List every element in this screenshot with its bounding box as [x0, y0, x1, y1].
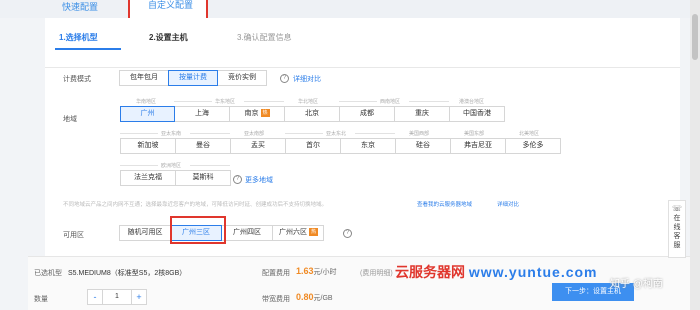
billing-option-pay-as-you-go[interactable]: 按量计费 — [168, 70, 218, 86]
bandwidth-fee-label: 带宽费用 — [262, 296, 290, 303]
region-city-tokyo[interactable]: 东京 — [340, 138, 396, 154]
region-city-beijing[interactable]: 北京 — [284, 106, 340, 122]
bandwidth-fee-unit: 元/GB — [313, 295, 333, 302]
active-step-underline — [55, 48, 121, 50]
top-tabs: 快速配置 自定义配置 — [0, 0, 690, 26]
scrollbar[interactable] — [690, 0, 700, 310]
config-fee-label: 配置费用 — [262, 270, 290, 277]
region-note: 不同地域云产品之间内网不互通；选择最靠近您客户的地域，可降低访问时延、创建成功后… — [63, 202, 328, 208]
region-city-nanjing[interactable]: 南京热 — [229, 106, 285, 122]
headset-icon: ☏ — [671, 204, 682, 213]
region-group-label: 美国东部 — [464, 131, 485, 137]
zone-option-guangzhou-4[interactable]: 广州四区 — [221, 225, 273, 241]
billing-mode-group: 包年包月 按量计费 竞价实例 — [119, 70, 267, 86]
bandwidth-fee: 0.80元/GB — [296, 292, 333, 303]
region-group-label: 亚太东南 — [161, 131, 182, 137]
config-fee: 1.63元/小时 — [296, 266, 336, 277]
watermark-url: www.yuntue.com — [468, 264, 598, 280]
config-fee-value: 1.63 — [296, 266, 314, 276]
billing-option-monthly[interactable]: 包年包月 — [119, 70, 169, 86]
region-city-virginia[interactable]: 弗吉尼亚 — [450, 138, 506, 154]
step-3-confirm[interactable]: 3.确认配置信息 — [237, 32, 292, 43]
quantity-plus-button[interactable]: + — [131, 289, 147, 305]
quantity-input[interactable]: 1 — [102, 289, 132, 305]
bandwidth-fee-value: 0.80 — [296, 292, 314, 302]
help-icon[interactable]: ? — [280, 74, 289, 83]
instance-label: 已选机型 — [34, 270, 62, 277]
region-city-moscow[interactable]: 莫斯科 — [175, 170, 231, 186]
region-city-guangzhou[interactable]: 广州 — [120, 106, 175, 122]
region-label: 地域 — [63, 116, 77, 123]
region-group-label: 西南地区 — [380, 99, 401, 105]
billing-mode-label: 计费模式 — [63, 76, 91, 83]
region-group-label: 北美地区 — [519, 131, 540, 137]
scrollbar-thumb[interactable] — [692, 14, 698, 60]
help-icon[interactable]: ? — [233, 175, 242, 184]
quantity-label: 数量 — [34, 296, 48, 303]
step-1-select-model[interactable]: 1.选择机型 — [59, 32, 98, 43]
hot-badge: 热 — [260, 109, 270, 118]
region-city-mumbai[interactable]: 孟买 — [230, 138, 286, 154]
region-city-toronto[interactable]: 多伦多 — [505, 138, 561, 154]
help-icon[interactable]: ? — [343, 229, 352, 238]
quantity-minus-button[interactable]: - — [87, 289, 103, 305]
region-group-label: 港澳台地区 — [459, 99, 485, 105]
region-city-frankfurt[interactable]: 法兰克福 — [120, 170, 176, 186]
region-group-label: 美国西部 — [409, 131, 430, 137]
region-city-chongqing[interactable]: 重庆 — [394, 106, 450, 122]
region-group-label: 华东地区 — [215, 99, 236, 105]
region-city-label: 南京 — [244, 110, 259, 117]
billing-option-spot[interactable]: 竞价实例 — [217, 70, 267, 86]
zone-group: 随机可用区 广州三区 广州四区 广州六区热 — [119, 225, 324, 241]
zone-option-guangzhou-6[interactable]: 广州六区热 — [272, 225, 324, 241]
region-group-label: 亚太南部 — [244, 131, 265, 137]
watermark: 云服务器网 www.yuntue.com — [395, 262, 598, 282]
region-compare-link[interactable]: 详细对比 — [497, 200, 519, 208]
billing-compare-link[interactable]: 详细对比 — [293, 74, 321, 84]
fee-detail-link[interactable]: (费用明细) — [360, 268, 393, 278]
region-city-seoul[interactable]: 首尔 — [285, 138, 341, 154]
region-group-label: 华南地区 — [136, 99, 157, 105]
region-group-label: 亚太东北 — [326, 131, 347, 137]
zone-label: 可用区 — [63, 232, 84, 239]
watermark-cn: 云服务器网 — [395, 264, 465, 280]
region-city-silicon-valley[interactable]: 硅谷 — [395, 138, 451, 154]
quantity-stepper: - 1 + — [87, 289, 147, 305]
region-city-hongkong[interactable]: 中国香港 — [449, 106, 505, 122]
region-group-label: 欧洲地区 — [161, 163, 182, 169]
region-city-chengdu[interactable]: 成都 — [339, 106, 395, 122]
divider — [45, 67, 680, 68]
config-fee-unit: 元/小时 — [313, 269, 337, 276]
region-city-shanghai[interactable]: 上海 — [174, 106, 230, 122]
region-city-bangkok[interactable]: 曼谷 — [175, 138, 231, 154]
zhihu-watermark: 知乎 @柯南 — [610, 279, 663, 290]
zone-option-random[interactable]: 随机可用区 — [119, 225, 171, 241]
hot-badge: 热 — [309, 228, 318, 237]
online-service-label: 在线客服 — [673, 215, 681, 249]
instance-value: S5.MEDIUM8（标准型S5，2核8GB） — [68, 270, 187, 277]
more-regions-link[interactable]: 更多地域 — [245, 175, 273, 185]
config-panel: 1.选择机型 2.设置主机 3.确认配置信息 计费模式 包年包月 按量计费 竞价… — [45, 18, 680, 256]
zone-option-guangzhou-3[interactable]: 广州三区 — [170, 225, 222, 241]
online-service-widget[interactable]: ☏ 在线客服 — [668, 200, 686, 258]
tab-quick-config[interactable]: 快速配置 — [62, 0, 98, 18]
region-group-label: 华北地区 — [298, 99, 319, 105]
zone-option-label: 广州六区 — [279, 229, 307, 236]
my-cvm-regions-link[interactable]: 查看我的云服务器地域 — [417, 200, 472, 208]
step-2-set-host[interactable]: 2.设置主机 — [149, 32, 188, 43]
region-city-singapore[interactable]: 新加坡 — [120, 138, 176, 154]
